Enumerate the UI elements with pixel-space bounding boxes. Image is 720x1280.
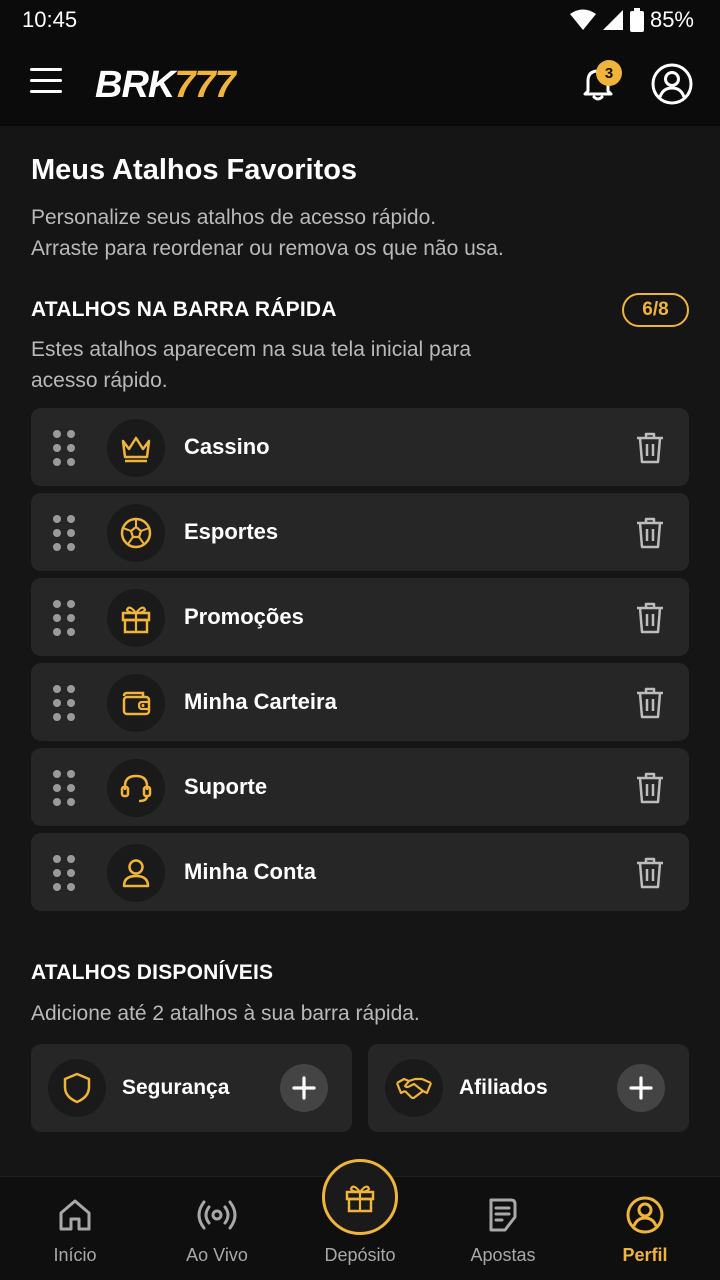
shortcut-counter-badge: 6/8 [622, 293, 689, 327]
shortcut-label: Suporte [184, 774, 268, 799]
drag-handle-icon[interactable] [51, 855, 77, 891]
shortcut-row-suporte[interactable]: Suporte [31, 748, 689, 826]
deposit-button[interactable] [322, 1159, 398, 1235]
soccer-ball-icon [107, 504, 165, 562]
trash-icon[interactable] [634, 431, 666, 465]
plus-icon [629, 1076, 653, 1100]
profile-icon [626, 1196, 664, 1234]
menu-button[interactable] [30, 68, 66, 98]
status-time: 10:45 [22, 7, 78, 32]
nav-label: Apostas [470, 1245, 536, 1265]
shortcut-label: Minha Conta [184, 859, 316, 884]
betslip-icon [489, 1198, 517, 1232]
nav-apostas[interactable]: Apostas [443, 1177, 563, 1280]
add-shortcut-button[interactable] [280, 1064, 328, 1112]
add-shortcut-button[interactable] [617, 1064, 665, 1112]
account-icon[interactable] [651, 63, 693, 105]
app-bar: BRK777 3 [0, 40, 720, 126]
nav-label: Ao Vivo [186, 1245, 248, 1265]
plus-icon [292, 1076, 316, 1100]
nav-perfil[interactable]: Perfil [585, 1177, 705, 1280]
nav-label: Depósito [324, 1245, 396, 1265]
available-heading: ATALHOS DISPONÍVEIS [31, 961, 274, 984]
shortcut-row-minha-carteira[interactable]: Minha Carteira [31, 663, 689, 741]
drag-handle-icon[interactable] [51, 685, 77, 721]
wifi-icon [569, 9, 596, 30]
shield-icon [48, 1059, 106, 1117]
trash-icon[interactable] [634, 771, 666, 805]
quick-bar-heading: ATALHOS NA BARRA RÁPIDA [31, 298, 337, 321]
crown-icon [107, 419, 165, 477]
trash-icon[interactable] [634, 856, 666, 890]
nav-label: Perfil [622, 1245, 668, 1265]
shortcut-row-cassino[interactable]: Cassino [31, 408, 689, 486]
shortcut-label: Esportes [184, 519, 279, 544]
gift-icon [107, 589, 165, 647]
headset-icon [107, 759, 165, 817]
page-subtitle: Personalize seus atalhos de acesso rápid… [31, 206, 504, 260]
gift-icon [345, 1185, 375, 1213]
drag-handle-icon[interactable] [51, 600, 77, 636]
battery-icon [629, 8, 644, 32]
quick-bar-description: Estes atalhos aparecem na sua tela inici… [31, 338, 472, 392]
nav-label: Início [53, 1245, 97, 1265]
home-icon [59, 1199, 91, 1231]
shortcut-row-esportes[interactable]: Esportes [31, 493, 689, 571]
available-label: Segurança [122, 1076, 230, 1099]
nav-ao-vivo[interactable]: Ao Vivo [157, 1177, 277, 1280]
shortcut-label: Cassino [184, 434, 270, 459]
available-shortcut-afiliados: Afiliados [368, 1044, 689, 1132]
nav-inicio[interactable]: Início [15, 1177, 135, 1280]
nav-deposito[interactable]: Depósito [300, 1159, 420, 1280]
live-broadcast-icon [197, 1200, 237, 1230]
shortcut-label: Minha Carteira [184, 689, 337, 714]
status-bar: 10:45 85% [0, 0, 720, 40]
shortcut-label: Promoções [184, 604, 304, 629]
brand-logo[interactable]: BRK777 [95, 64, 236, 107]
handshake-icon [385, 1059, 443, 1117]
page-title: Meus Atalhos Favoritos [31, 154, 358, 186]
wallet-icon [107, 674, 165, 732]
available-description: Adicione até 2 atalhos à sua barra rápid… [31, 1002, 420, 1025]
available-label: Afiliados [459, 1076, 548, 1099]
drag-handle-icon[interactable] [51, 515, 77, 551]
available-shortcut-seguranca: Segurança [31, 1044, 352, 1132]
shortcut-row-minha-conta[interactable]: Minha Conta [31, 833, 689, 911]
drag-handle-icon[interactable] [51, 430, 77, 466]
trash-icon[interactable] [634, 601, 666, 635]
user-icon [107, 844, 165, 902]
notification-badge: 3 [596, 60, 622, 86]
shortcut-row-promocoes[interactable]: Promoções [31, 578, 689, 656]
bottom-navigation: Início Ao Vivo Depósito Apostas Perfil [0, 1159, 720, 1280]
battery-level: 85% [649, 7, 694, 32]
trash-icon[interactable] [634, 516, 666, 550]
trash-icon[interactable] [634, 686, 666, 720]
cell-signal-icon [602, 10, 623, 30]
drag-handle-icon[interactable] [51, 770, 77, 806]
